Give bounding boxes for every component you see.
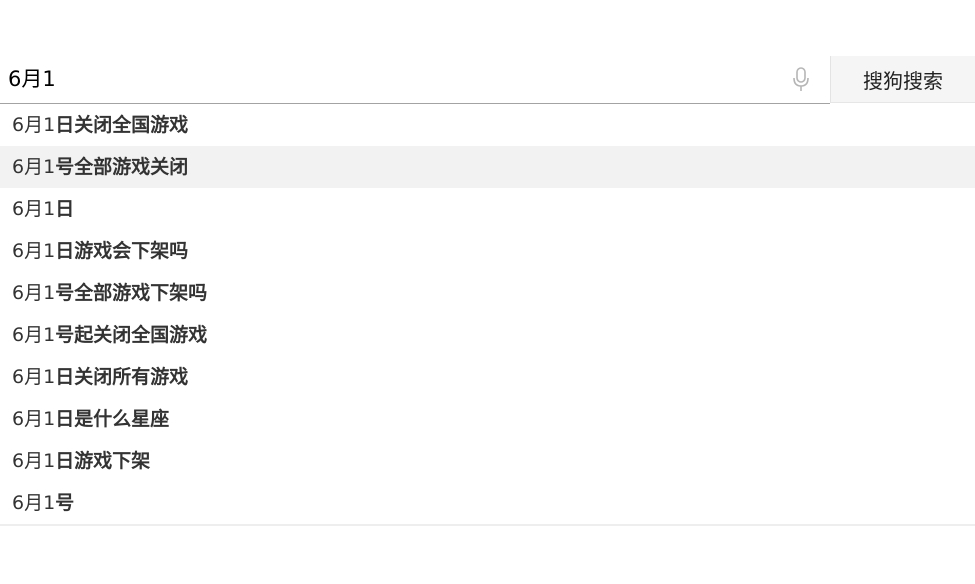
search-input[interactable] (0, 56, 760, 103)
suggestion-completion: 日 (55, 198, 75, 220)
suggestion-item[interactable]: 6月1日是什么星座 (0, 398, 975, 440)
suggestion-item[interactable]: 6月1日关闭所有游戏 (0, 356, 975, 398)
suggestion-completion: 号起关闭全国游戏 (55, 324, 208, 346)
suggestion-prefix: 6月1 (12, 366, 56, 388)
suggestion-prefix: 6月1 (12, 240, 56, 262)
suggestion-prefix: 6月1 (12, 324, 56, 346)
suggestion-prefix: 6月1 (12, 282, 56, 304)
suggestion-item[interactable]: 6月1号全部游戏下架吗 (0, 272, 975, 314)
suggestion-prefix: 6月1 (12, 156, 56, 178)
search-box (0, 56, 830, 104)
suggestion-completion: 日关闭全国游戏 (55, 114, 189, 136)
suggestion-completion: 号 (55, 492, 75, 514)
page: 搜狗搜索 6月1日关闭全国游戏 6月1号全部游戏关闭 6月1日 6月1日游戏会下… (0, 0, 975, 584)
suggestion-prefix: 6月1 (12, 114, 56, 136)
search-bar: 搜狗搜索 (0, 56, 975, 104)
suggestion-item[interactable]: 6月1日 (0, 188, 975, 230)
suggestion-prefix: 6月1 (12, 408, 56, 430)
suggestion-item[interactable]: 6月1日关闭全国游戏 (0, 104, 975, 146)
suggestion-prefix: 6月1 (12, 198, 56, 220)
suggestion-completion: 号全部游戏关闭 (55, 156, 189, 178)
suggestion-list: 6月1日关闭全国游戏 6月1号全部游戏关闭 6月1日 6月1日游戏会下架吗 6月… (0, 104, 975, 526)
suggestion-prefix: 6月1 (12, 492, 56, 514)
suggestion-completion: 日游戏会下架吗 (55, 240, 189, 262)
suggestion-completion: 日游戏下架 (55, 450, 151, 472)
suggestion-item[interactable]: 6月1日游戏下架 (0, 440, 975, 482)
voice-search-button[interactable] (772, 56, 830, 103)
suggestion-prefix: 6月1 (12, 450, 56, 472)
microphone-icon (793, 66, 809, 91)
suggestion-item[interactable]: 6月1号 (0, 482, 975, 524)
suggestion-completion: 日是什么星座 (55, 408, 170, 430)
search-button[interactable]: 搜狗搜索 (830, 56, 975, 103)
suggestion-completion: 日关闭所有游戏 (55, 366, 189, 388)
suggestion-item-highlighted[interactable]: 6月1号全部游戏关闭 (0, 146, 975, 188)
suggestion-item[interactable]: 6月1号起关闭全国游戏 (0, 314, 975, 356)
suggestion-completion: 号全部游戏下架吗 (55, 282, 208, 304)
suggestion-item[interactable]: 6月1日游戏会下架吗 (0, 230, 975, 272)
